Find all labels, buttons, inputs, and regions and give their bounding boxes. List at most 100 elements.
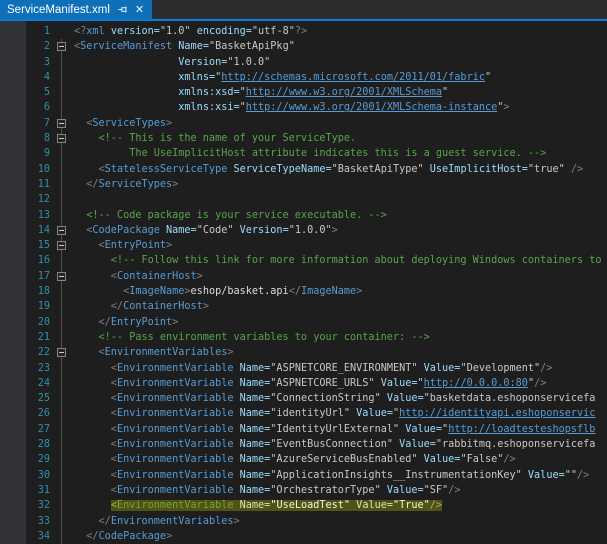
- code-text: <EnvironmentVariable Name="ConnectionStr…: [74, 391, 607, 406]
- fold-margin: [50, 422, 74, 437]
- code-line[interactable]: 16 <!-- Follow this link for more inform…: [0, 253, 607, 268]
- code-line[interactable]: 4 xmlns="http://schemas.microsoft.com/20…: [0, 70, 607, 85]
- fold-toggle-icon[interactable]: [57, 119, 66, 128]
- code-text: <ServiceManifest Name="BasketApiPkg": [74, 39, 607, 54]
- code-line[interactable]: 14 <CodePackage Name="Code" Version="1.0…: [0, 223, 607, 238]
- code-line[interactable]: 30 <EnvironmentVariable Name="Applicatio…: [0, 468, 607, 483]
- fold-margin: [50, 315, 74, 330]
- outline-line: [61, 85, 62, 100]
- fold-margin: [50, 100, 74, 115]
- fold-margin: [50, 85, 74, 100]
- code-line[interactable]: 23 <EnvironmentVariable Name="ASPNETCORE…: [0, 361, 607, 376]
- code-line[interactable]: 13 <!-- Code package is your service exe…: [0, 208, 607, 223]
- outline-line: [61, 422, 62, 437]
- outline-line: [61, 284, 62, 299]
- code-text: <!-- Follow this link for more informati…: [74, 253, 607, 268]
- line-number: 18: [0, 284, 50, 299]
- fold-toggle-icon[interactable]: [57, 42, 66, 51]
- outline-line: [61, 468, 62, 483]
- code-line[interactable]: 11 </ServiceTypes>: [0, 177, 607, 192]
- code-line[interactable]: 2 <ServiceManifest Name="BasketApiPkg": [0, 39, 607, 54]
- line-number: 2: [0, 39, 50, 54]
- outline-line: [61, 452, 62, 467]
- code-line[interactable]: 19 </ContainerHost>: [0, 299, 607, 314]
- code-line[interactable]: 18 <ImageName>eshop/basket.api</ImageNam…: [0, 284, 607, 299]
- code-line[interactable]: 6 xmlns:xsi="http://www.w3.org/2001/XMLS…: [0, 100, 607, 115]
- fold-margin: [50, 39, 74, 54]
- code-line[interactable]: 15 <EntryPoint>: [0, 238, 607, 253]
- code-line[interactable]: 33 </EnvironmentVariables>: [0, 514, 607, 529]
- code-text: <CodePackage Name="Code" Version="1.0.0"…: [74, 223, 607, 238]
- code-line[interactable]: 25 <EnvironmentVariable Name="Connection…: [0, 391, 607, 406]
- fold-margin: [50, 24, 74, 39]
- line-number: 10: [0, 162, 50, 177]
- line-number: 13: [0, 208, 50, 223]
- code-line[interactable]: 5 xmlns:xsd="http://www.w3.org/2001/XMLS…: [0, 85, 607, 100]
- line-number: 33: [0, 514, 50, 529]
- code-text: <EnvironmentVariable Name="ApplicationIn…: [74, 468, 607, 483]
- line-number: 1: [0, 24, 50, 39]
- code-text: <EntryPoint>: [74, 238, 607, 253]
- code-line[interactable]: 31 <EnvironmentVariable Name="Orchestrat…: [0, 483, 607, 498]
- line-number: 14: [0, 223, 50, 238]
- code-text: <StatelessServiceType ServiceTypeName="B…: [74, 162, 607, 177]
- code-line[interactable]: 12: [0, 192, 607, 207]
- pin-icon[interactable]: [117, 4, 128, 15]
- fold-toggle-icon[interactable]: [57, 241, 66, 250]
- outline-line: [61, 100, 62, 115]
- line-number: 9: [0, 146, 50, 161]
- line-number: 24: [0, 376, 50, 391]
- fold-margin: [50, 452, 74, 467]
- fold-margin: [50, 529, 74, 544]
- code-line[interactable]: 34 </CodePackage>: [0, 529, 607, 544]
- code-text: <ContainerHost>: [74, 269, 607, 284]
- fold-toggle-icon[interactable]: [57, 134, 66, 143]
- tab-title: ServiceManifest.xml: [7, 4, 110, 16]
- outline-line: [61, 498, 62, 513]
- outline-line: [61, 315, 62, 330]
- fold-margin: [50, 253, 74, 268]
- code-rows: 1<?xml version="1.0" encoding="utf-8"?>2…: [0, 24, 607, 544]
- code-line[interactable]: 17 <ContainerHost>: [0, 269, 607, 284]
- fold-margin: [50, 116, 74, 131]
- fold-toggle-icon[interactable]: [57, 272, 66, 281]
- code-line[interactable]: 27 <EnvironmentVariable Name="IdentityUr…: [0, 422, 607, 437]
- code-line[interactable]: 26 <EnvironmentVariable Name="identityUr…: [0, 406, 607, 421]
- line-number: 4: [0, 70, 50, 85]
- code-line[interactable]: 32 <EnvironmentVariable Name="UseLoadTes…: [0, 498, 607, 513]
- fold-toggle-icon[interactable]: [57, 348, 66, 357]
- code-line[interactable]: 20 </EntryPoint>: [0, 315, 607, 330]
- line-number: 31: [0, 483, 50, 498]
- line-number: 5: [0, 85, 50, 100]
- line-number: 28: [0, 437, 50, 452]
- code-text: <ImageName>eshop/basket.api</ImageName>: [74, 284, 607, 299]
- outline-line: [61, 361, 62, 376]
- code-line[interactable]: 22 <EnvironmentVariables>: [0, 345, 607, 360]
- code-line[interactable]: 29 <EnvironmentVariable Name="AzureServi…: [0, 452, 607, 467]
- line-number: 6: [0, 100, 50, 115]
- fold-margin: [50, 406, 74, 421]
- code-line[interactable]: 21 <!-- Pass environment variables to yo…: [0, 330, 607, 345]
- tab-servicemanifest[interactable]: ServiceManifest.xml ✕: [0, 0, 152, 19]
- code-text: </ServiceTypes>: [74, 177, 607, 192]
- line-number: 30: [0, 468, 50, 483]
- outline-line: [61, 162, 62, 177]
- code-text: <?xml version="1.0" encoding="utf-8"?>: [74, 24, 607, 39]
- close-icon[interactable]: ✕: [135, 4, 144, 15]
- code-line[interactable]: 10 <StatelessServiceType ServiceTypeName…: [0, 162, 607, 177]
- fold-margin: [50, 514, 74, 529]
- outline-line: [61, 299, 62, 314]
- code-text: </ContainerHost>: [74, 299, 607, 314]
- code-line[interactable]: 8 <!-- This is the name of your ServiceT…: [0, 131, 607, 146]
- code-line[interactable]: 24 <EnvironmentVariable Name="ASPNETCORE…: [0, 376, 607, 391]
- code-line[interactable]: 28 <EnvironmentVariable Name="EventBusCo…: [0, 437, 607, 452]
- fold-margin: [50, 391, 74, 406]
- code-line[interactable]: 3 Version="1.0.0": [0, 55, 607, 70]
- code-line[interactable]: 1 <?xml version="1.0" encoding="utf-8"?>: [0, 24, 607, 39]
- fold-toggle-icon[interactable]: [57, 226, 66, 235]
- line-number: 27: [0, 422, 50, 437]
- line-number: 15: [0, 238, 50, 253]
- code-line[interactable]: 7 <ServiceTypes>: [0, 116, 607, 131]
- code-line[interactable]: 9 The UseImplicitHost attribute indicate…: [0, 146, 607, 161]
- code-editor[interactable]: 1<?xml version="1.0" encoding="utf-8"?>2…: [0, 21, 607, 544]
